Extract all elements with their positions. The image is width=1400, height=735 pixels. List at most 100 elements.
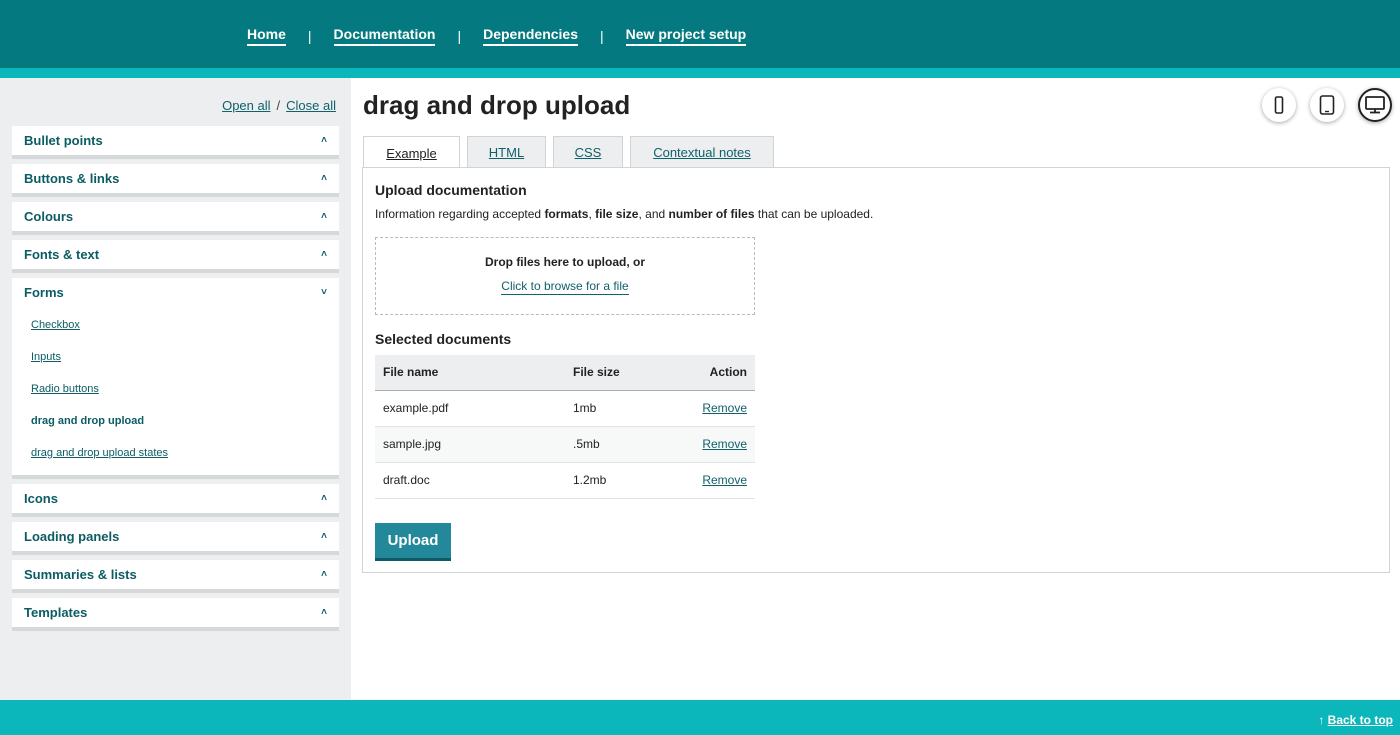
open-all-link[interactable]: Open all [222,98,270,113]
sidebar-section-header[interactable]: Colours ˄ [12,202,339,231]
table-row: example.pdf 1mb Remove [375,390,755,427]
info-text-part: , and [638,207,669,221]
example-panel: Upload documentation Information regardi… [362,167,1390,573]
browse-file-link[interactable]: Click to browse for a file [501,279,629,295]
nav-dependencies-link[interactable]: Dependencies [483,26,579,46]
back-to-top-label: Back to top [1327,713,1393,727]
info-text-number-of-files: number of files [668,207,755,221]
table-row: sample.jpg .5mb Remove [375,426,755,463]
file-size-cell: 1mb [565,390,662,427]
tabs: Example HTML CSS Contextual notes [363,136,781,169]
chevron-up-icon: ˄ [321,211,327,222]
column-header-action: Action [661,355,755,391]
sidebar-section-header[interactable]: Fonts & text ˄ [12,240,339,269]
sidebar-section-header[interactable]: Summaries & lists ˄ [12,560,339,589]
remove-file-link[interactable]: Remove [702,401,747,415]
page-title: drag and drop upload [363,90,631,120]
sidebar-section-header[interactable]: Icons ˄ [12,484,339,513]
tab-css[interactable]: CSS [553,136,623,168]
nav-documentation-link[interactable]: Documentation [333,26,436,46]
remove-file-link[interactable]: Remove [702,437,747,451]
upload-info-text: Information regarding accepted formats , … [375,207,873,221]
file-size-cell: .5mb [565,426,662,463]
sidebar-section-label: Buttons & links [24,171,120,186]
chevron-up-icon: ˄ [321,607,327,618]
sidebar-section-loading-panels: Loading panels ˄ [12,522,339,555]
sidebar-item-drag-and-drop-upload[interactable]: drag and drop upload [31,405,339,437]
sidebar-section-label: Forms [24,285,64,300]
sidebar-item-radio-buttons[interactable]: Radio buttons [31,373,339,405]
nav-home-link[interactable]: Home [247,26,286,46]
file-dropzone[interactable]: Drop files here to upload, or Click to b… [375,237,755,315]
tab-example[interactable]: Example [363,136,460,169]
file-name-cell: draft.doc [375,462,565,499]
chevron-up-icon: ˄ [321,569,327,580]
tablet-icon [1319,95,1335,115]
sidebar-menu: Bullet points ˄ Buttons & links ˄ Colour… [12,126,339,636]
sidebar-section-fonts-text: Fonts & text ˄ [12,240,339,273]
open-close-separator: / [276,98,281,113]
sidebar-section-label: Colours [24,209,74,224]
chevron-down-icon: ˅ [321,287,327,298]
nav-new-project-setup-link[interactable]: New project setup [625,26,747,46]
file-name-cell: sample.jpg [375,426,565,463]
sidebar-section-label: Templates [24,605,88,620]
header-accent-strip [0,68,1400,78]
chevron-up-icon: ˄ [321,249,327,260]
selected-documents-heading: Selected documents [375,331,512,347]
desktop-preview-button[interactable] [1358,88,1392,122]
site-footer: ↑ Back to top [0,700,1400,735]
upload-heading: Upload documentation [375,182,527,198]
sidebar-section-bullet-points: Bullet points ˄ [12,126,339,159]
site-header: Home | Documentation | Dependencies | Ne… [0,0,1400,68]
info-text-part: Information regarding accepted [375,207,545,221]
sidebar-section-colours: Colours ˄ [12,202,339,235]
tablet-preview-button[interactable] [1310,88,1344,122]
nav-separator: | [600,28,604,44]
open-close-controls: Open all / Close all [222,98,336,113]
table-row: draft.doc 1.2mb Remove [375,462,755,499]
close-all-link[interactable]: Close all [286,98,336,113]
sidebar-section-label: Fonts & text [24,247,100,262]
arrow-up-icon: ↑ [1318,713,1325,727]
sidebar-section-header[interactable]: Forms ˅ [12,278,339,307]
device-preview-toggles [1262,88,1392,122]
info-text-formats: formats [544,207,589,221]
mobile-preview-button[interactable] [1262,88,1296,122]
sidebar-section-icons: Icons ˄ [12,484,339,517]
selected-documents-table: File name File size Action example.pdf 1… [375,355,755,499]
forms-subitems: Checkbox Inputs Radio buttons drag and d… [12,307,339,475]
chevron-up-icon: ˄ [321,173,327,184]
chevron-up-icon: ˄ [321,531,327,542]
column-header-file-size: File size [565,355,662,391]
tab-contextual-notes[interactable]: Contextual notes [630,136,774,168]
sidebar-section-label: Loading panels [24,529,120,544]
info-text-file-size: file size [595,207,639,221]
dropzone-link-wrapper: Click to browse for a file [376,279,754,295]
tab-html[interactable]: HTML [467,136,546,168]
sidebar-item-drag-and-drop-upload-states[interactable]: drag and drop upload states [31,437,339,469]
action-cell: Remove [661,462,755,499]
sidebar-section-label: Summaries & lists [24,567,137,582]
desktop-icon [1365,96,1385,114]
sidebar-section-label: Icons [24,491,58,506]
column-header-file-name: File name [375,355,565,391]
nav-separator: | [457,28,462,44]
sidebar-item-checkbox[interactable]: Checkbox [31,309,339,341]
sidebar-section-summaries-lists: Summaries & lists ˄ [12,560,339,593]
remove-file-link[interactable]: Remove [702,473,747,487]
file-name-cell: example.pdf [375,390,565,427]
chevron-up-icon: ˄ [321,493,327,504]
sidebar-item-inputs[interactable]: Inputs [31,341,339,373]
action-cell: Remove [661,390,755,427]
sidebar-section-header[interactable]: Bullet points ˄ [12,126,339,155]
sidebar-section-header[interactable]: Loading panels ˄ [12,522,339,551]
nav-separator: | [307,28,312,44]
sidebar-section-header[interactable]: Buttons & links ˄ [12,164,339,193]
sidebar-section-header[interactable]: Templates ˄ [12,598,339,627]
table-header-row: File name File size Action [375,355,755,391]
upload-button[interactable]: Upload [375,523,451,561]
back-to-top-link[interactable]: ↑ Back to top [1318,713,1393,727]
sidebar-section-buttons-links: Buttons & links ˄ [12,164,339,197]
sidebar-section-templates: Templates ˄ [12,598,339,631]
